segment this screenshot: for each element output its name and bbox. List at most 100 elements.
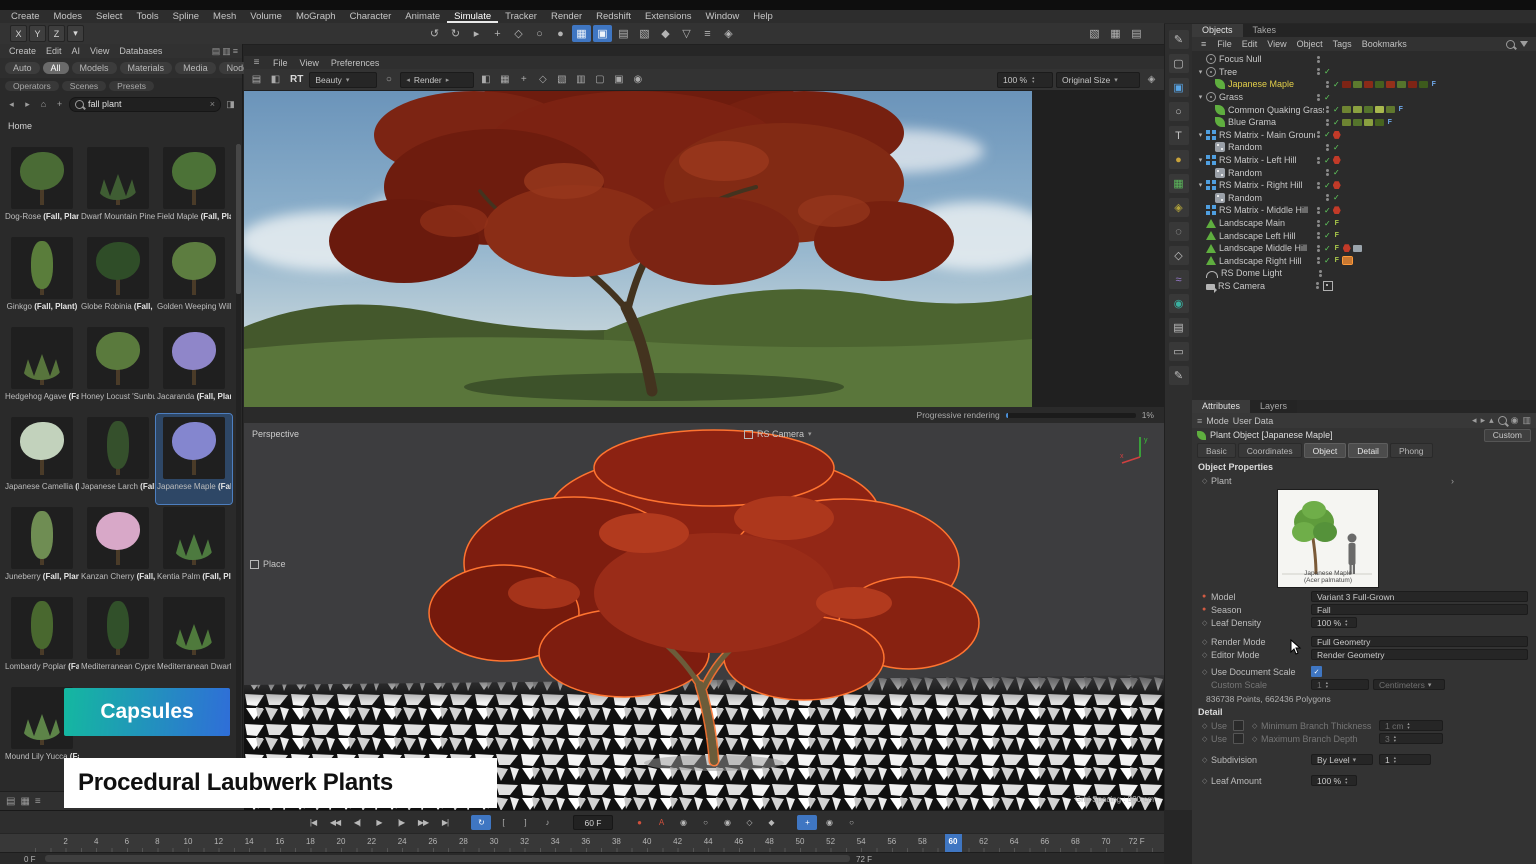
menu-extensions[interactable]: Extensions	[638, 10, 698, 23]
object-row[interactable]: Random✓	[1192, 141, 1536, 154]
plant-preview-thumbnail[interactable]: Japanese Maple (Acer palmatum)	[1277, 489, 1379, 588]
menu-tracker[interactable]: Tracker	[498, 10, 544, 23]
history-forward-icon[interactable]: ▸	[1481, 415, 1486, 426]
asset-item[interactable]: Jacaranda (Fall, Plant)	[156, 324, 232, 414]
menu-modes[interactable]: Modes	[47, 10, 90, 23]
ipr-lock-icon[interactable]: ◉	[629, 72, 646, 88]
history-back-icon[interactable]: ◂	[1472, 415, 1477, 426]
attr-tab-coordinates[interactable]: Coordinates	[1238, 443, 1302, 458]
timeline-frame-field[interactable]: 60 F	[573, 815, 613, 830]
axis-lock-z[interactable]: Z	[48, 25, 65, 42]
axis-lock-y[interactable]: Y	[29, 25, 46, 42]
center-image-icon[interactable]: +	[515, 72, 532, 88]
om-filter-icon[interactable]	[1520, 41, 1528, 47]
expander-icon[interactable]: ▾	[1196, 131, 1205, 139]
visibility-dots[interactable]	[1317, 257, 1320, 264]
aov-icon[interactable]: ▥	[572, 72, 589, 88]
enabled-check-icon[interactable]: ✓	[1333, 80, 1340, 89]
tag-f-icon[interactable]: F	[1333, 245, 1341, 252]
attr-tab-object[interactable]: Object	[1304, 443, 1347, 458]
region-render-icon[interactable]: ▧	[553, 72, 570, 88]
primitive-sphere-icon[interactable]: ○	[1169, 102, 1189, 121]
undo-icon[interactable]: ↺	[425, 25, 444, 42]
material-swatch[interactable]	[1375, 81, 1384, 88]
object-row[interactable]: Random✓	[1192, 192, 1536, 205]
attr-tab-detail[interactable]: Detail	[1348, 443, 1388, 458]
annotate-icon[interactable]: ✎	[1169, 366, 1189, 385]
material-swatch[interactable]	[1419, 81, 1428, 88]
object-row[interactable]: Focus Null	[1192, 53, 1536, 66]
om-menu-icon[interactable]: ≡	[1196, 39, 1211, 49]
detail-view-icon[interactable]: ≡	[35, 796, 41, 807]
tag-f-icon[interactable]: F	[1333, 220, 1341, 227]
key-parameter-button[interactable]: ◇	[739, 815, 759, 830]
tag-f-icon[interactable]: F	[1333, 232, 1341, 239]
menu-simulate[interactable]: Simulate	[447, 10, 498, 23]
material-swatch[interactable]	[1375, 119, 1384, 126]
redo-icon[interactable]: ↻	[446, 25, 465, 42]
view-cube-icon[interactable]: ▣	[1169, 78, 1189, 97]
asset-item[interactable]: Mediterranean Dwarf ...	[156, 594, 232, 684]
rotate-tool-icon[interactable]: ○	[530, 25, 549, 42]
tab-attributes[interactable]: Attributes	[1192, 400, 1250, 413]
timeline-ruler[interactable]: 2468101214161820222426283032343638404244…	[0, 833, 1164, 853]
visibility-dots[interactable]	[1326, 106, 1329, 113]
live-selection-icon[interactable]: ▸	[467, 25, 486, 42]
range-scrollbar[interactable]	[45, 855, 850, 862]
marker-button[interactable]: ◉	[819, 815, 839, 830]
asset-item[interactable]: Dog-Rose (Fall, Plant)	[4, 144, 80, 234]
attr-lock-icon[interactable]: ◉	[1511, 415, 1519, 426]
visibility-dots[interactable]	[1317, 245, 1320, 252]
material-swatch[interactable]	[1342, 106, 1351, 113]
forward-icon[interactable]: ▸	[21, 99, 34, 110]
tag-f-icon[interactable]: F	[1333, 257, 1341, 264]
next-key-button[interactable]: ▶▶	[413, 815, 433, 830]
perspective-viewport[interactable]: Perspective RS Camera ▾ Place Grid Spaci…	[244, 423, 1164, 810]
attr-tab-basic[interactable]: Basic	[1197, 443, 1236, 458]
color-picker-icon[interactable]: ○	[380, 72, 397, 88]
layout-icon[interactable]: ▤	[1169, 318, 1189, 337]
view-options-icon[interactable]: ◨	[224, 99, 237, 110]
enabled-check-icon[interactable]: ✓	[1324, 231, 1331, 240]
material-swatch[interactable]	[1397, 81, 1406, 88]
visibility-dots[interactable]	[1317, 94, 1320, 101]
visibility-dots[interactable]	[1317, 68, 1320, 75]
asset-item[interactable]: Field Maple (Fall, Plant)	[156, 144, 232, 234]
scale-tool-icon[interactable]: ◇	[509, 25, 528, 42]
prev-frame-button[interactable]: ◀|	[347, 815, 367, 830]
menu-animate[interactable]: Animate	[398, 10, 447, 23]
range-out-button[interactable]: ]	[515, 815, 535, 830]
leaf-density-field[interactable]: 100 % ▴▾	[1311, 617, 1357, 628]
workplane-icon[interactable]: ≡	[698, 25, 717, 42]
save-image-icon[interactable]: ▤	[248, 72, 265, 88]
panel-view-icon[interactable]: ▤	[212, 46, 221, 57]
enabled-check-icon[interactable]: ✓	[1324, 219, 1331, 228]
object-row[interactable]: Landscape Main✓F	[1192, 217, 1536, 230]
grid-snap-icon[interactable]: ▤	[614, 25, 633, 42]
category-scenes[interactable]: Scenes	[62, 81, 106, 91]
enabled-check-icon[interactable]: ✓	[1324, 93, 1331, 102]
visibility-dots[interactable]	[1326, 194, 1329, 201]
ab-compare-icon[interactable]: ◧	[267, 72, 284, 88]
asset-menu-view[interactable]: View	[85, 46, 114, 56]
render-mode-select[interactable]: Full Geometry	[1311, 636, 1528, 647]
zoom-level-field[interactable]: 100 % ▴▾	[997, 72, 1053, 88]
render-view-menu-view[interactable]: View	[294, 58, 325, 68]
material-swatch[interactable]	[1364, 106, 1373, 113]
frame-selected-icon[interactable]: ▢	[1169, 54, 1189, 73]
menu-mograph[interactable]: MoGraph	[289, 10, 343, 23]
subdivision-value-field[interactable]: 1 ▴▾	[1379, 754, 1431, 765]
play-button[interactable]: ▶	[369, 815, 389, 830]
last-tool-icon[interactable]: ●	[551, 25, 570, 42]
om-menu-view[interactable]: View	[1262, 39, 1291, 49]
tag-f-icon[interactable]: F	[1397, 106, 1405, 113]
material-swatch[interactable]	[1343, 257, 1352, 264]
visibility-dots[interactable]	[1317, 157, 1320, 164]
redshift-tag-icon[interactable]	[1333, 156, 1341, 164]
text-tool-icon[interactable]: T	[1169, 126, 1189, 145]
min-branch-field[interactable]: 1 cm ▴▾	[1379, 720, 1443, 731]
panel-split-icon[interactable]: ▥	[222, 46, 231, 57]
visibility-dots[interactable]	[1316, 282, 1319, 289]
viewport-camera-label[interactable]: RS Camera ▾	[744, 429, 812, 439]
enabled-check-icon[interactable]: ✓	[1324, 130, 1331, 139]
